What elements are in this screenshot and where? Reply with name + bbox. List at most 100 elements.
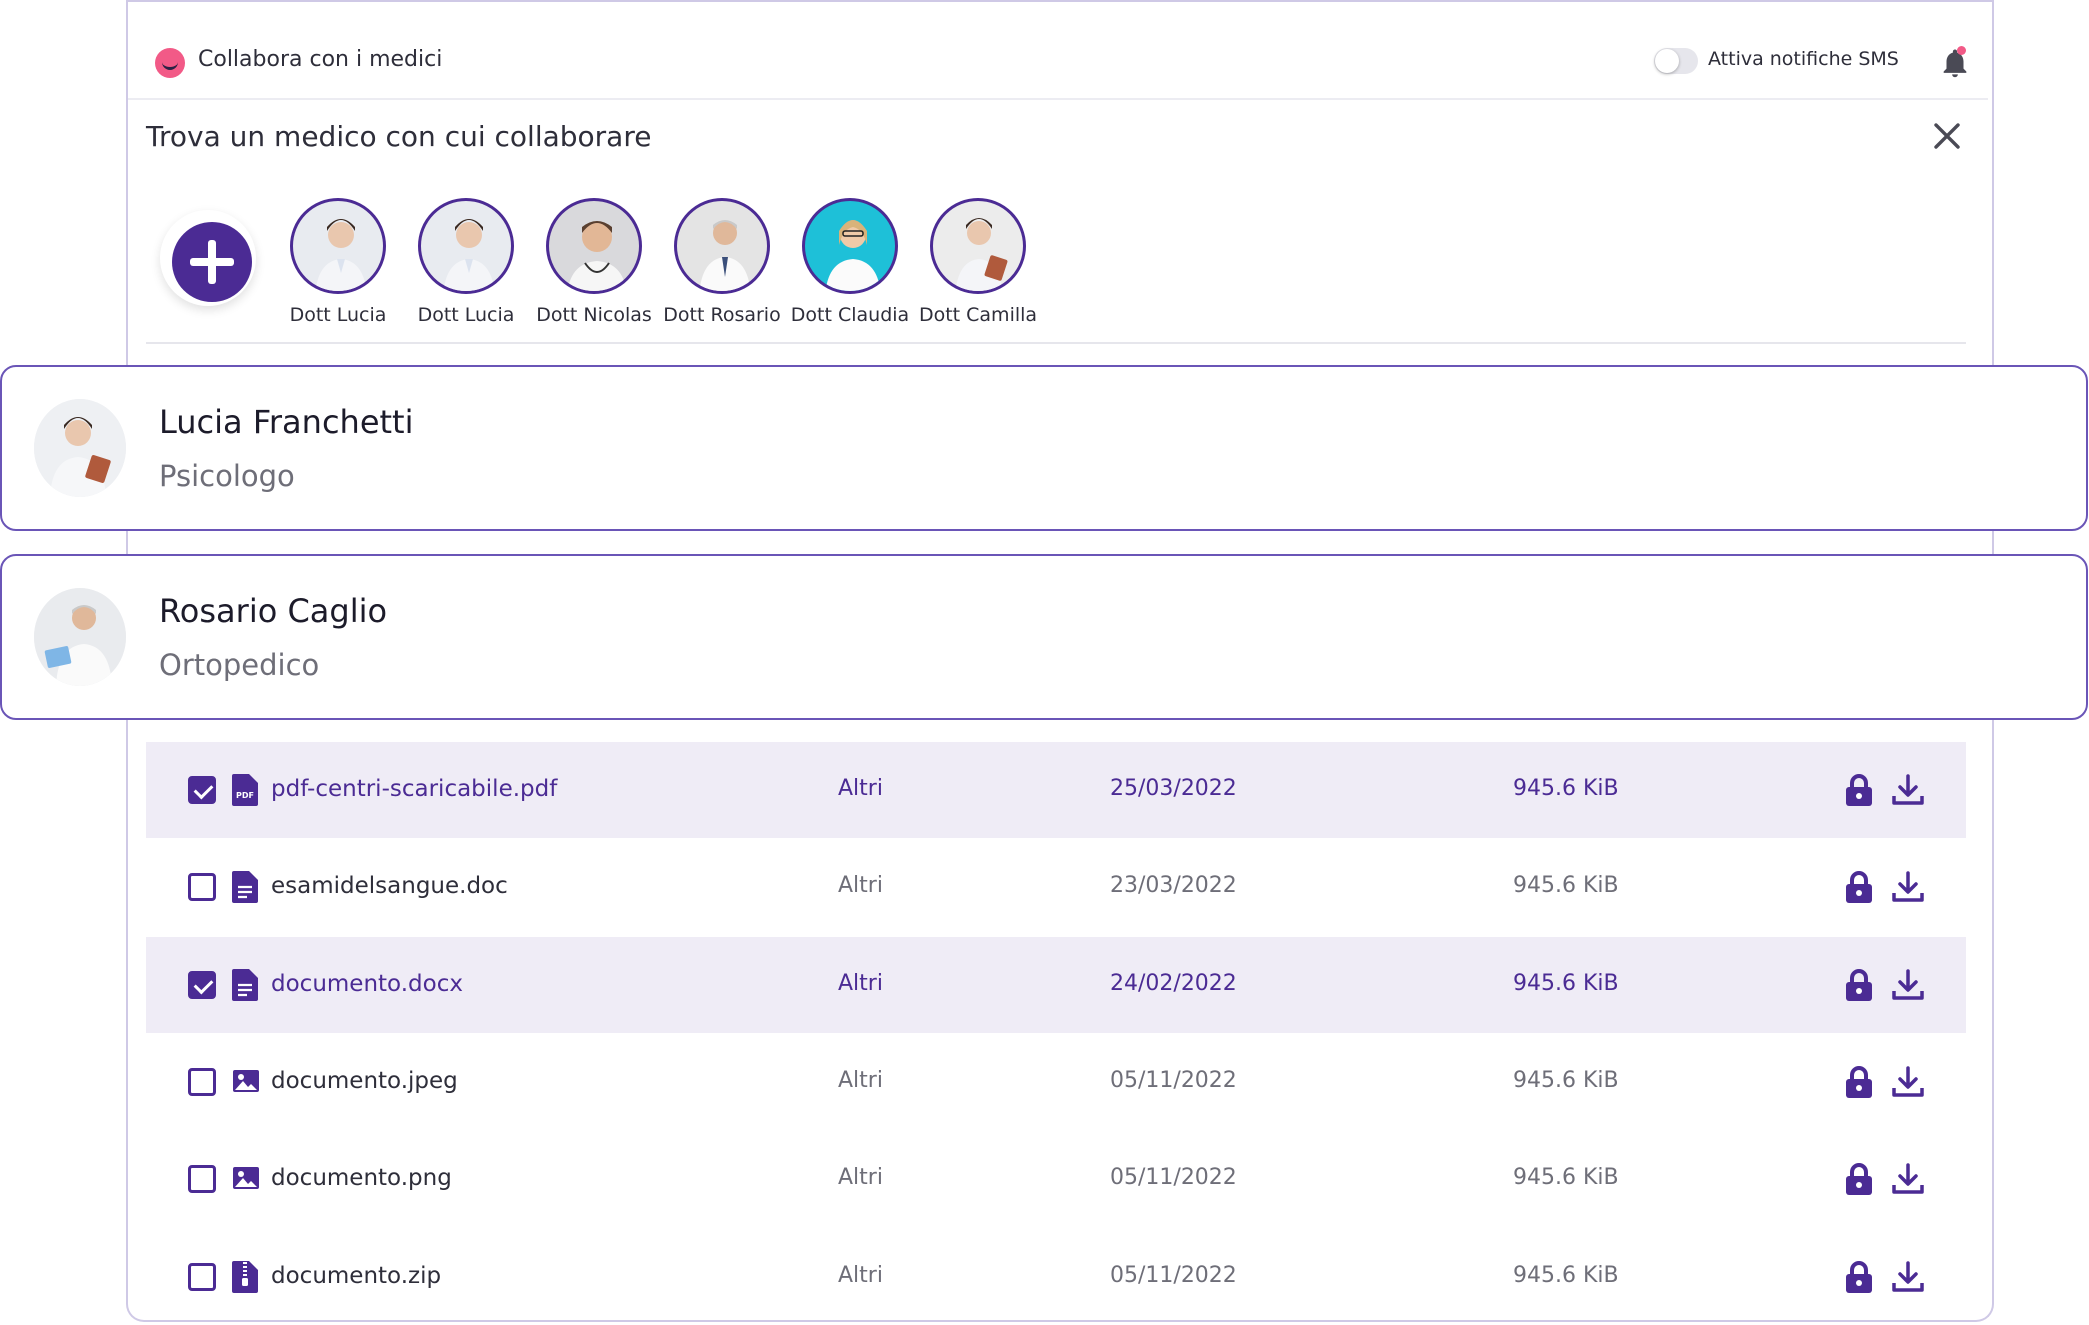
pdf-file-icon: PDF (232, 774, 258, 806)
senior-male-doctor-icon (34, 588, 126, 686)
download-icon[interactable] (1892, 1261, 1924, 1293)
table-row[interactable]: documento.png Altri 05/11/2022 945.6 KiB (146, 1131, 1966, 1227)
doctor-name: Dott Lucia (289, 304, 387, 326)
file-size: 945.6 KiB (1513, 971, 1619, 996)
panel-top-border (126, 0, 1994, 2)
doctor-card-name: Rosario Caglio (159, 592, 388, 630)
doctor-card-name: Lucia Franchetti (159, 403, 414, 441)
avatar (674, 198, 770, 294)
row-checkbox[interactable] (188, 1263, 216, 1291)
close-icon[interactable] (1932, 121, 1962, 151)
row-checkbox[interactable] (188, 776, 216, 804)
doctor-name: Dott Claudia (790, 304, 910, 326)
male-doctor-icon (567, 221, 627, 291)
app-header: Collabora con i medici Attiva notifiche … (128, 30, 1988, 100)
page-title: Trova un medico con cui collaborare (146, 120, 652, 153)
file-size: 945.6 KiB (1513, 1068, 1619, 1093)
download-icon[interactable] (1892, 1163, 1924, 1195)
doctor-name: Dott Lucia (417, 304, 515, 326)
notification-bell-icon[interactable] (1938, 46, 1972, 80)
sms-notifications-label: Attiva notifiche SMS (1708, 48, 1899, 70)
row-checkbox[interactable] (188, 1068, 216, 1096)
svg-text:PDF: PDF (236, 791, 254, 800)
avatar (34, 399, 126, 497)
file-size: 945.6 KiB (1513, 1165, 1619, 1190)
doctor-card-role: Psicologo (159, 459, 295, 493)
file-date: 05/11/2022 (1110, 1165, 1237, 1190)
lock-icon[interactable] (1844, 1163, 1874, 1195)
table-row[interactable]: documento.docx Altri 24/02/2022 945.6 Ki… (146, 937, 1966, 1033)
file-name[interactable]: documento.zip (271, 1263, 441, 1289)
file-category: Altri (838, 971, 883, 996)
doctor-item[interactable]: Dott Camilla (914, 198, 1042, 326)
doctor-item[interactable]: Dott Lucia (274, 198, 402, 326)
doctor-item[interactable]: Dott Claudia (786, 198, 914, 326)
lock-icon[interactable] (1844, 969, 1874, 1001)
divider (146, 342, 1966, 344)
table-row[interactable]: esamidelsangue.doc Altri 23/03/2022 945.… (146, 839, 1966, 935)
avatar (418, 198, 514, 294)
document-file-icon (232, 969, 258, 1001)
doctor-item[interactable]: Dott Rosario (658, 198, 786, 326)
file-category: Altri (838, 1068, 883, 1093)
add-doctor-button[interactable] (160, 210, 256, 306)
image-file-icon (233, 1167, 259, 1189)
file-date: 25/03/2022 (1110, 776, 1237, 801)
plus-icon (172, 222, 252, 302)
file-name[interactable]: documento.docx (271, 971, 463, 997)
row-checkbox[interactable] (188, 971, 216, 999)
download-icon[interactable] (1892, 1066, 1924, 1098)
lock-icon[interactable] (1844, 774, 1874, 806)
female-doctor-tablet-icon (955, 218, 1008, 291)
avatar (802, 198, 898, 294)
file-size: 945.6 KiB (1513, 873, 1619, 898)
file-date: 24/02/2022 (1110, 971, 1237, 996)
download-icon[interactable] (1892, 871, 1924, 903)
file-size: 945.6 KiB (1513, 1263, 1619, 1288)
female-doctor-teal-icon (825, 220, 881, 291)
table-row[interactable]: documento.jpeg Altri 05/11/2022 945.6 Ki… (146, 1034, 1966, 1130)
lock-icon[interactable] (1844, 1066, 1874, 1098)
file-date: 23/03/2022 (1110, 873, 1237, 898)
doctor-name: Dott Nicolas (536, 304, 652, 326)
doctor-name: Dott Camilla (918, 304, 1038, 326)
file-name[interactable]: pdf-centri-scaricabile.pdf (271, 776, 557, 802)
sms-notifications-toggle[interactable] (1654, 48, 1698, 74)
file-name[interactable]: documento.jpeg (271, 1068, 458, 1094)
file-size: 945.6 KiB (1513, 776, 1619, 801)
file-date: 05/11/2022 (1110, 1263, 1237, 1288)
lock-icon[interactable] (1844, 1261, 1874, 1293)
avatar (546, 198, 642, 294)
table-row[interactable]: PDF pdf-centri-scaricabile.pdf Altri 25/… (146, 742, 1966, 838)
doctor-item[interactable]: Dott Lucia (402, 198, 530, 326)
file-category: Altri (838, 1165, 883, 1190)
notification-dot (1957, 46, 1966, 55)
table-row[interactable]: documento.zip Altri 05/11/2022 945.6 KiB (146, 1229, 1966, 1325)
avatar (930, 198, 1026, 294)
file-name[interactable]: documento.png (271, 1165, 452, 1191)
doctor-name: Dott Rosario (663, 304, 781, 326)
document-file-icon (232, 871, 258, 903)
file-category: Altri (838, 1263, 883, 1288)
doctor-card[interactable]: Rosario Caglio Ortopedico (0, 554, 2088, 720)
senior-male-doctor-icon (699, 220, 751, 291)
avatar (34, 588, 126, 686)
female-doctor-tablet-icon (34, 399, 126, 497)
row-checkbox[interactable] (188, 1165, 216, 1193)
image-file-icon (233, 1070, 259, 1092)
doctor-card[interactable]: Lucia Franchetti Psicologo (0, 365, 2088, 531)
avatar (290, 198, 386, 294)
row-checkbox[interactable] (188, 873, 216, 901)
download-icon[interactable] (1892, 774, 1924, 806)
download-icon[interactable] (1892, 969, 1924, 1001)
female-doctor-icon (443, 219, 495, 291)
female-doctor-icon (315, 219, 367, 291)
app-title: Collabora con i medici (198, 47, 443, 72)
doctor-item[interactable]: Dott Nicolas (530, 198, 658, 326)
file-name[interactable]: esamidelsangue.doc (271, 873, 508, 899)
file-date: 05/11/2022 (1110, 1068, 1237, 1093)
doctor-card-role: Ortopedico (159, 648, 320, 682)
zip-file-icon (232, 1261, 258, 1293)
brand-logo-icon (155, 48, 185, 78)
lock-icon[interactable] (1844, 871, 1874, 903)
